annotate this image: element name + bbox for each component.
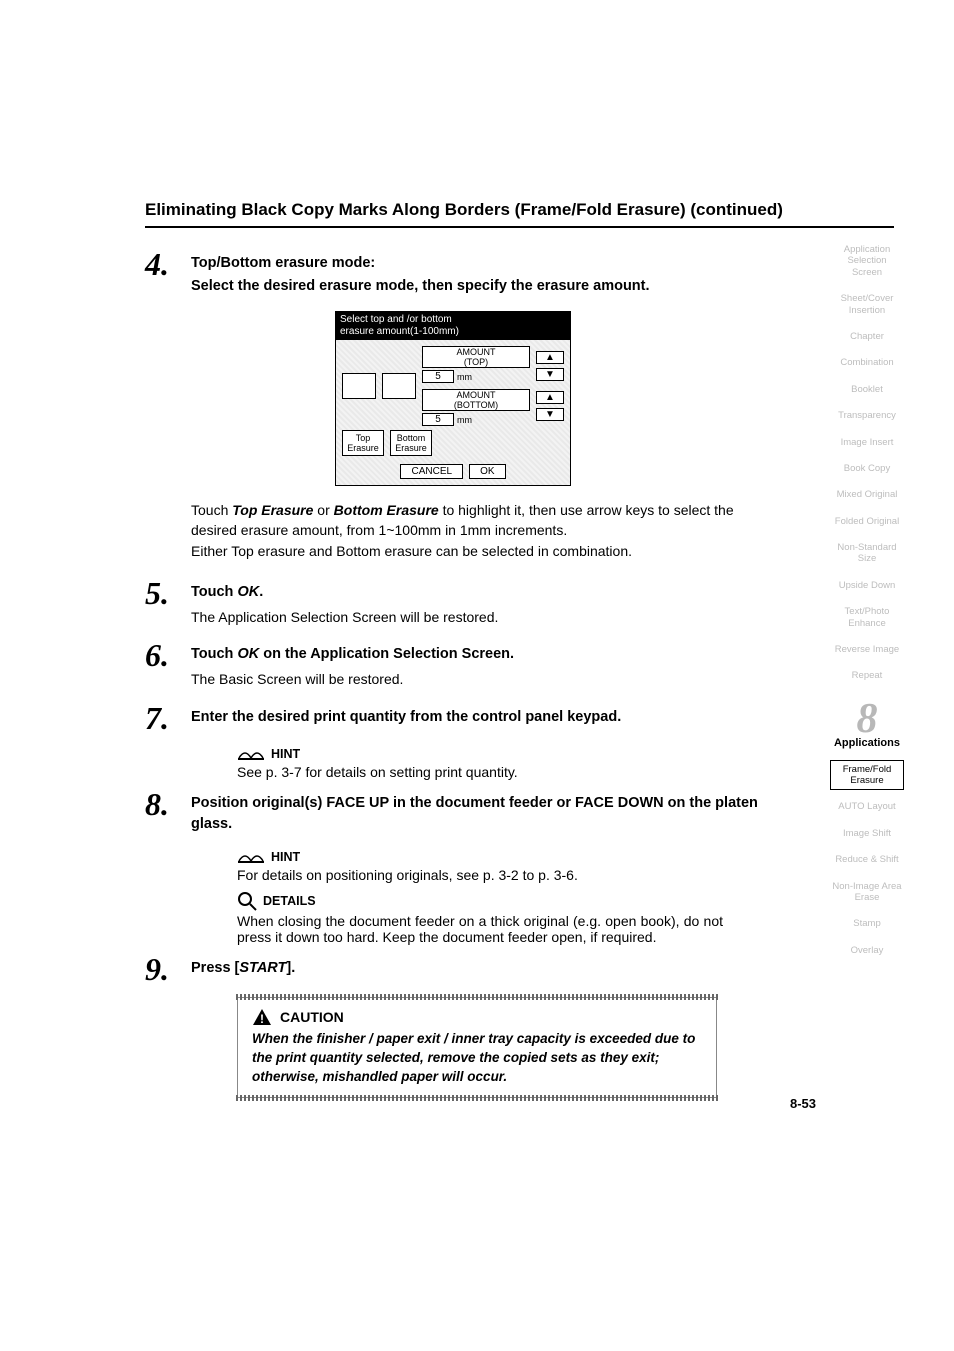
bottom-amount-value: 5	[422, 413, 454, 426]
sidebar-item[interactable]: Folded Original	[830, 512, 904, 531]
step-9-heading: Press [START].	[191, 958, 894, 979]
sidebar: Application Selection Screen Sheet/Cover…	[830, 240, 904, 960]
sidebar-chapter: 8 Applications	[830, 701, 904, 749]
sidebar-item[interactable]: Upside Down	[830, 576, 904, 595]
hint-icon	[237, 746, 265, 762]
step-7-heading: Enter the desired print quantity from th…	[191, 707, 894, 728]
hint-label: HINT	[271, 747, 300, 761]
warning-icon: !	[252, 1008, 272, 1026]
step-8-hint-text: For details on positioning originals, se…	[237, 867, 894, 883]
chapter-label: Applications	[830, 737, 904, 749]
step-9-number: 9.	[145, 953, 191, 985]
ok-button[interactable]: OK	[469, 464, 505, 479]
top-erasure-tab[interactable]: Top Erasure	[342, 430, 384, 456]
dialog-title: Select top and /or bottom erasure amount…	[336, 312, 570, 340]
page-number: 8-53	[790, 1096, 816, 1111]
step-7-hint-text: See p. 3-7 for details on setting print …	[237, 764, 894, 780]
step-4-number: 4.	[145, 248, 191, 280]
bottom-erasure-preview	[382, 373, 416, 399]
sidebar-item[interactable]: Booklet	[830, 380, 904, 399]
sidebar-item[interactable]: Mixed Original	[830, 485, 904, 504]
magnifier-icon	[237, 891, 257, 911]
step-4-heading-line1: Top/Bottom erasure mode:	[191, 253, 894, 274]
top-amount-value: 5	[422, 370, 454, 383]
step-5: 5. Touch OK. The Application Selection S…	[145, 577, 894, 627]
sidebar-item[interactable]: Reduce & Shift	[830, 850, 904, 869]
sidebar-item[interactable]: AUTO Layout	[830, 797, 904, 816]
caution-box: ! CAUTION When the finisher / paper exit…	[237, 997, 717, 1098]
step-6-number: 6.	[145, 639, 191, 671]
erasure-mode-dialog: Select top and /or bottom erasure amount…	[335, 311, 571, 486]
sidebar-item-frame-fold-erasure[interactable]: Frame/Fold Erasure	[830, 760, 904, 791]
sidebar-item[interactable]: Image Shift	[830, 824, 904, 843]
step-8-details-text: When closing the document feeder on a th…	[237, 913, 723, 945]
step-7: 7. Enter the desired print quantity from…	[145, 702, 894, 734]
step-5-number: 5.	[145, 577, 191, 609]
step-4: 4. Top/Bottom erasure mode: Select the d…	[145, 248, 894, 299]
step-8-heading: Position original(s) FACE UP in the docu…	[191, 793, 761, 835]
top-erasure-preview	[342, 373, 376, 399]
sidebar-item[interactable]: Non-Standard Size	[830, 538, 904, 569]
bottom-erasure-tab[interactable]: Bottom Erasure	[390, 430, 432, 456]
sidebar-item[interactable]: Reverse Image	[830, 640, 904, 659]
hint-label: HINT	[271, 850, 300, 864]
step-4-heading-line2: Select the desired erasure mode, then sp…	[191, 276, 894, 297]
top-decrease-button[interactable]: ▼	[536, 368, 564, 381]
details-label: DETAILS	[263, 894, 316, 908]
sidebar-item[interactable]: Sheet/Cover Insertion	[830, 289, 904, 320]
chapter-number: 8	[830, 701, 904, 739]
bottom-decrease-button[interactable]: ▼	[536, 408, 564, 421]
amount-top-label: AMOUNT (TOP)	[422, 346, 530, 368]
step-6-heading: Touch OK on the Application Selection Sc…	[191, 644, 894, 665]
step-5-text: The Application Selection Screen will be…	[191, 607, 894, 627]
sidebar-item[interactable]: Non-Image Area Erase	[830, 877, 904, 908]
step-6-text: The Basic Screen will be restored.	[191, 669, 894, 689]
step-7-number: 7.	[145, 702, 191, 734]
sidebar-item[interactable]: Transparency	[830, 406, 904, 425]
step-6: 6. Touch OK on the Application Selection…	[145, 639, 894, 689]
sidebar-item[interactable]: Application Selection Screen	[830, 240, 904, 282]
amount-bottom-label: AMOUNT (BOTTOM)	[422, 389, 530, 411]
bottom-increase-button[interactable]: ▲	[536, 391, 564, 404]
step-8-number: 8.	[145, 788, 191, 820]
sidebar-item[interactable]: Repeat	[830, 666, 904, 685]
sidebar-item[interactable]: Book Copy	[830, 459, 904, 478]
hint-icon	[237, 849, 265, 865]
sidebar-item[interactable]: Text/Photo Enhance	[830, 602, 904, 633]
step-7-hint: HINT See p. 3-7 for details on setting p…	[237, 746, 894, 780]
top-increase-button[interactable]: ▲	[536, 351, 564, 364]
sidebar-item[interactable]: Combination	[830, 353, 904, 372]
step-8-details: DETAILS When closing the document feeder…	[237, 891, 894, 945]
step-8-hint: HINT For details on positioning original…	[237, 849, 894, 883]
step-5-heading: Touch OK.	[191, 582, 894, 603]
svg-text:!: !	[260, 1012, 264, 1026]
cancel-button[interactable]: CANCEL	[400, 464, 463, 479]
step-9: 9. Press [START].	[145, 953, 894, 985]
step-8: 8. Position original(s) FACE UP in the d…	[145, 788, 894, 837]
caution-label: CAUTION	[280, 1009, 344, 1025]
sidebar-item[interactable]: Stamp	[830, 914, 904, 933]
sidebar-item[interactable]: Chapter	[830, 327, 904, 346]
unit-label: mm	[457, 372, 472, 382]
page-title: Eliminating Black Copy Marks Along Borde…	[145, 200, 894, 228]
caution-text: When the finisher / paper exit / inner t…	[252, 1030, 702, 1087]
step-4-paragraph: Touch Top Erasure or Bottom Erasure to h…	[191, 500, 771, 561]
sidebar-item[interactable]: Image Insert	[830, 433, 904, 452]
unit-label-2: mm	[457, 415, 472, 425]
sidebar-item[interactable]: Overlay	[830, 941, 904, 960]
